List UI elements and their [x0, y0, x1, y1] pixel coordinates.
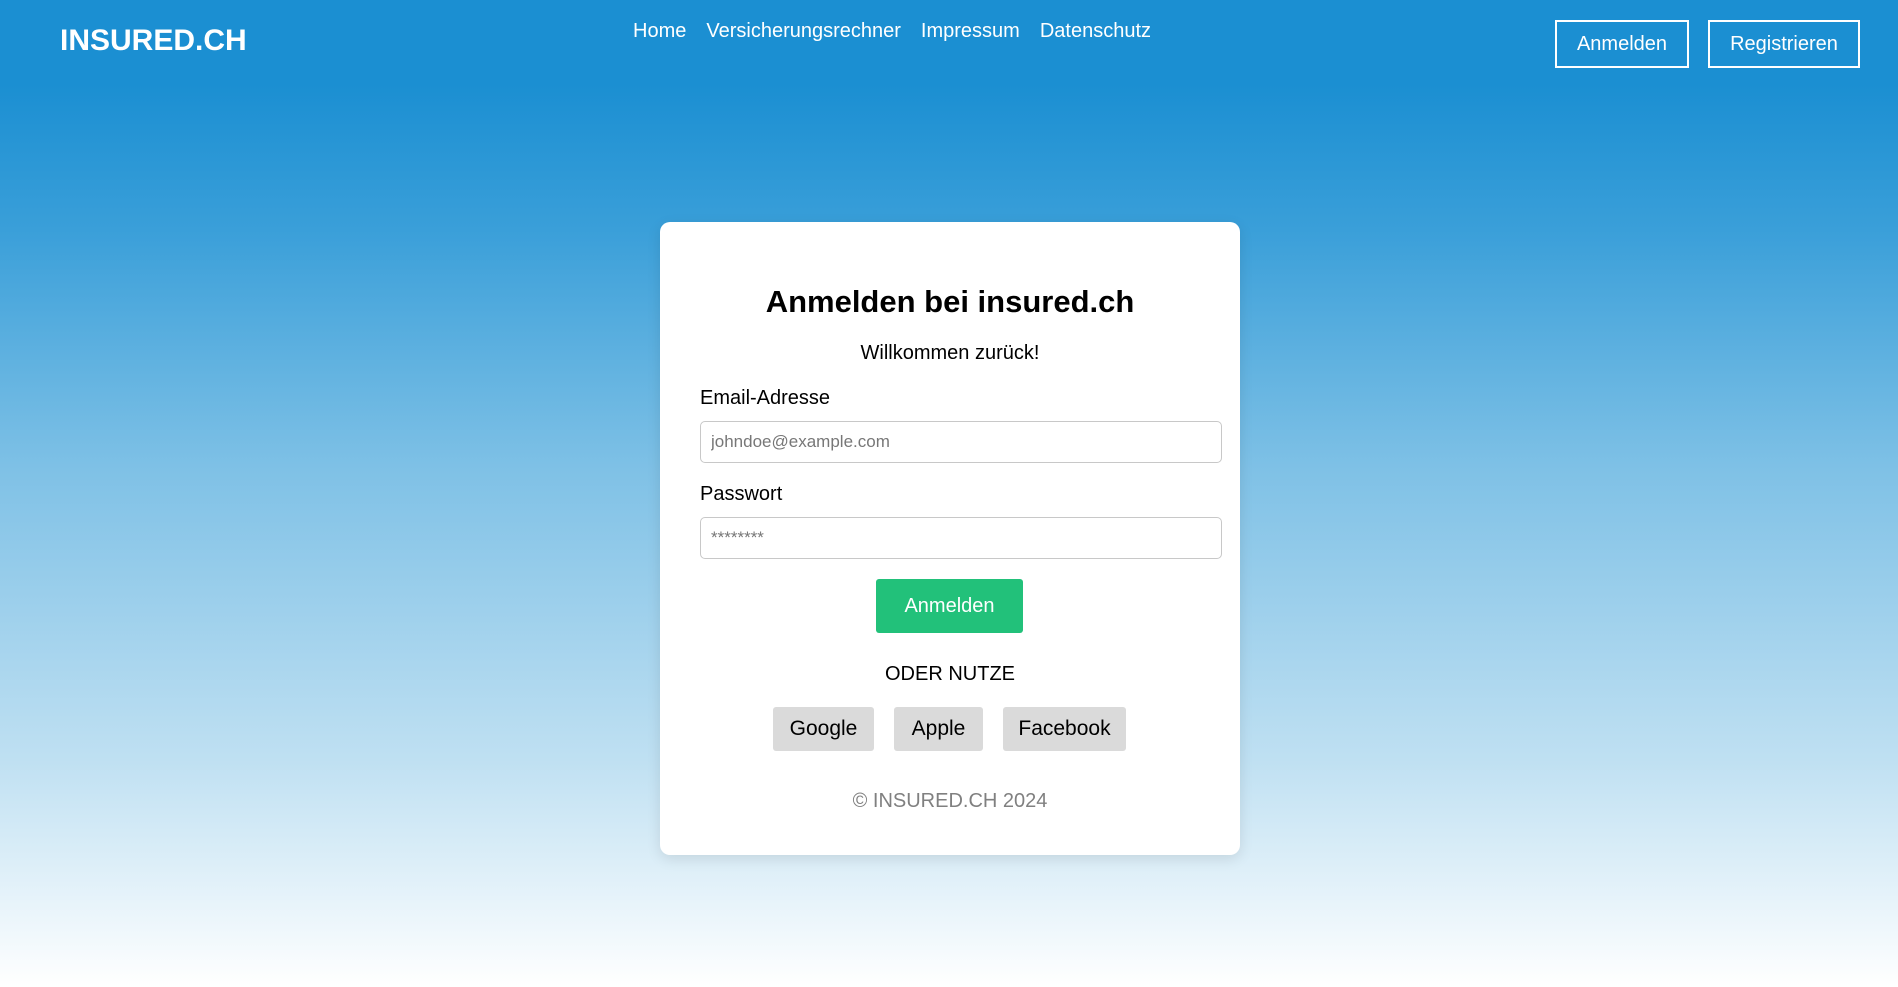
main-nav: Home Versicherungsrechner Impressum Date…	[633, 20, 1151, 43]
copyright-footer: © INSURED.CH 2024	[852, 790, 1048, 812]
nav-link-datenschutz[interactable]: Datenschutz	[1040, 20, 1151, 43]
header-login-button[interactable]: Anmelden	[1555, 20, 1689, 68]
login-submit-button[interactable]: Anmelden	[876, 579, 1023, 633]
password-field[interactable]	[700, 517, 1222, 559]
site-header: INSURED.CH Home Versicherungsrechner Imp…	[0, 0, 1898, 90]
site-logo[interactable]: INSURED.CH	[60, 24, 247, 58]
login-title: Anmelden bei insured.ch	[765, 284, 1135, 319]
password-label: Passwort	[700, 483, 783, 505]
google-login-button[interactable]: Google	[773, 707, 874, 751]
header-register-button[interactable]: Registrieren	[1708, 20, 1860, 68]
email-field[interactable]	[700, 421, 1222, 463]
email-label: Email-Adresse	[700, 387, 831, 409]
welcome-text: Willkommen zurück!	[860, 342, 1040, 364]
nav-link-home[interactable]: Home	[633, 20, 686, 43]
nav-link-versicherungsrechner[interactable]: Versicherungsrechner	[706, 20, 901, 43]
apple-login-button[interactable]: Apple	[894, 707, 983, 751]
facebook-login-button[interactable]: Facebook	[1003, 707, 1126, 751]
login-card: Anmelden bei insured.ch Willkommen zurüc…	[660, 222, 1240, 855]
nav-link-impressum[interactable]: Impressum	[921, 20, 1020, 43]
alternative-login-divider: ODER NUTZE	[885, 663, 1015, 685]
